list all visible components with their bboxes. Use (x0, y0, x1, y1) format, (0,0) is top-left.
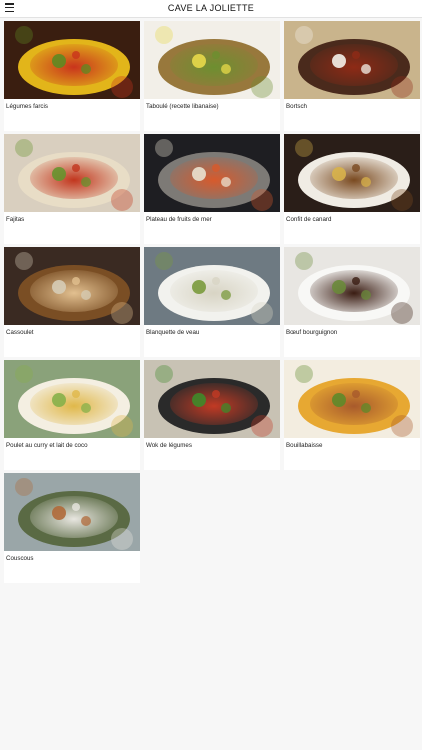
dish-card[interactable]: Plateau de fruits de mer (144, 134, 280, 244)
dish-name: Confit de canard (286, 216, 332, 223)
dish-name: Bœuf bourguignon (286, 329, 338, 336)
dish-photo[interactable] (4, 360, 140, 438)
dish-name: Taboulé (recette libanaise) (146, 103, 219, 110)
dish-photo[interactable] (4, 134, 140, 212)
dish-photo[interactable] (284, 134, 420, 212)
dish-card[interactable]: Couscous (4, 473, 140, 583)
dish-card[interactable]: Bœuf bourguignon (284, 247, 420, 357)
dish-name: Poulet au curry et lait de coco (6, 442, 88, 449)
dish-card[interactable]: Fajitas (4, 134, 140, 244)
dish-photo[interactable] (284, 21, 420, 99)
dish-card[interactable]: Bortsch (284, 21, 420, 131)
dish-photo[interactable] (4, 473, 140, 551)
dish-name: Bortsch (286, 103, 307, 110)
dish-card[interactable]: Confit de canard (284, 134, 420, 244)
dish-grid: Légumes farcis Taboulé (recette libanaise… (4, 21, 420, 583)
dish-card[interactable]: Légumes farcis (4, 21, 140, 131)
dish-name: Cassoulet (6, 329, 34, 336)
dish-name: Blanquette de veau (146, 329, 200, 336)
dish-card[interactable]: Bouillabaisse (284, 360, 420, 470)
dish-card[interactable]: Taboulé (recette libanaise) (144, 21, 280, 131)
dish-photo[interactable] (144, 247, 280, 325)
dish-name: Wok de légumes (146, 442, 192, 449)
app-header: CAVE LA JOLIETTE (0, 0, 422, 18)
dish-name: Couscous (6, 555, 34, 562)
dish-name: Plateau de fruits de mer (146, 216, 212, 223)
dish-photo[interactable] (144, 21, 280, 99)
dish-card[interactable]: Wok de légumes (144, 360, 280, 470)
dish-photo[interactable] (4, 21, 140, 99)
dish-card[interactable]: Cassoulet (4, 247, 140, 357)
dish-photo[interactable] (144, 134, 280, 212)
dish-photo[interactable] (144, 360, 280, 438)
dish-name: Fajitas (6, 216, 25, 223)
dish-name: Légumes farcis (6, 103, 48, 110)
dish-photo[interactable] (284, 360, 420, 438)
dish-name: Bouillabaisse (286, 442, 323, 449)
dish-photo[interactable] (284, 247, 420, 325)
dish-photo[interactable] (4, 247, 140, 325)
dish-card[interactable]: Poulet au curry et lait de coco (4, 360, 140, 470)
page-title: CAVE LA JOLIETTE (167, 3, 255, 13)
dish-card[interactable]: Blanquette de veau (144, 247, 280, 357)
